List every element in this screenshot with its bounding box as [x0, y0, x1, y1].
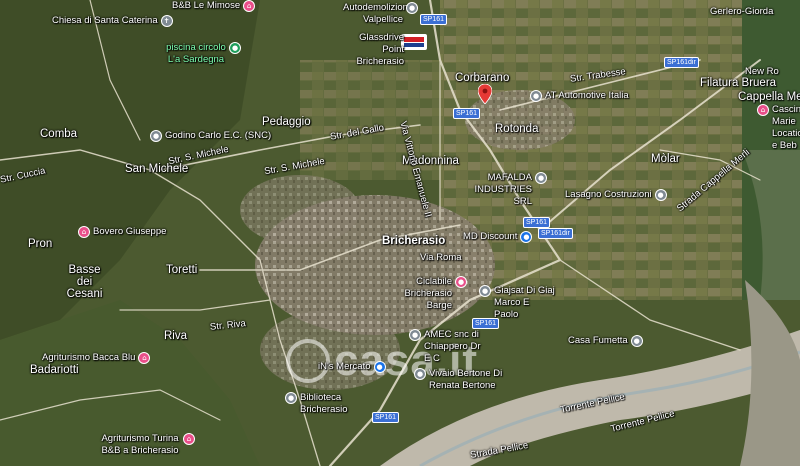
road-shield: SP161 [372, 412, 400, 423]
poi-label: AT Automotive Italia [545, 90, 629, 101]
poi-label: Ciclabile Bricherasio Barge [404, 276, 452, 311]
label-badariotti: Badariotti [30, 364, 79, 376]
poi-label: B&B Le Mimose [172, 0, 241, 11]
car-icon: ● [406, 2, 418, 14]
poi-autodemolizioni[interactable]: Autodemolizioni Valpellice ● [343, 2, 418, 26]
poi-label: Agriturismo Turina B&B a Bricherasio [101, 433, 179, 456]
label-corbarano: Corbarano [455, 72, 510, 84]
road-shield: SP161dir [538, 228, 573, 239]
business-icon: ● [530, 90, 542, 102]
shopping-cart-icon: ● [520, 231, 533, 243]
road-shield: SP161 [472, 318, 500, 329]
plant-icon: ● [414, 368, 426, 380]
road-shield: SP161 [453, 108, 481, 119]
poi-mafalda[interactable]: MAFALDA INDUSTRIES SRL ● [470, 172, 547, 208]
business-icon: ● [409, 329, 421, 341]
poi-agriturismo-turina[interactable]: Agriturismo Turina B&B a Bricherasio ⌂ [100, 433, 195, 457]
poi-automotive[interactable]: ● AT Automotive Italia [530, 90, 629, 102]
label-comba: Comba [40, 128, 78, 140]
label-cappella: Cappella Merli [738, 91, 800, 103]
poi-label: Bovero Giuseppe [93, 226, 167, 237]
poi-bb-mimose[interactable]: B&B Le Mimose ⌂ [172, 0, 256, 12]
poi-md-discount[interactable]: MD Discount ● [463, 231, 533, 243]
lodging-icon: ⌂ [138, 352, 151, 364]
label-basse: Basse dei Cesani [66, 264, 103, 300]
location-pin-icon[interactable] [478, 84, 492, 104]
poi-biblioteca[interactable]: ● Biblioteca Bricherasio [285, 392, 370, 416]
label-pedaggio: Pedaggio [262, 116, 311, 128]
poi-godino[interactable]: ● Godino Carlo E.C. (SNC) [150, 130, 271, 142]
poi-label: Autodemolizioni Valpellice [343, 2, 411, 25]
poi-amec[interactable]: ● AMEC snc di Chiappero Dr E C [409, 329, 489, 365]
label-filatura: Filatura Bruera [700, 77, 777, 89]
poi-giajsat[interactable]: ● Giajsat Di Giaj Marco E Paolo [479, 285, 556, 321]
construction-icon: ● [654, 189, 667, 201]
road-shield: SP161dir [664, 57, 699, 68]
satellite-map[interactable]: casa.it B&B Le Mimose ⌂ Chiesa di Santa … [0, 0, 800, 466]
lodging-icon: ⌂ [183, 433, 195, 445]
poi-agriturismo-bacca[interactable]: Agriturismo Bacca Blu ⌂ [42, 352, 151, 364]
poi-chiesa[interactable]: Chiesa di Santa Caterina ✝ [52, 15, 173, 27]
label-glassdrive: Glassdrive Point Bricherasio [356, 32, 404, 67]
poi-label: Lasagno Costruzioni [565, 189, 652, 200]
business-icon: ● [150, 130, 162, 142]
poi-lasagno[interactable]: Lasagno Costruzioni ● [565, 189, 667, 201]
poi-label: iN's Mercato [318, 361, 371, 372]
poi-label: Biblioteca Bricherasio [300, 392, 348, 415]
label-molar: Mòlar [651, 153, 680, 165]
house-icon: ● [630, 335, 643, 347]
label-pron: Pron [28, 238, 53, 250]
poi-label: MD Discount [463, 231, 518, 242]
poi-casa-fumetta[interactable]: Casa Fumetta ● [568, 335, 643, 347]
poi-ins-mercato[interactable]: iN's Mercato ● [318, 361, 386, 373]
poi-label: Giajsat Di Giaj Marco E Paolo [494, 285, 555, 320]
poi-ciclabile[interactable]: Ciclabile Bricherasio Barge ● [392, 276, 467, 312]
poi-label: AMEC snc di Chiappero Dr E C [424, 329, 481, 364]
business-icon: ● [479, 285, 491, 297]
poi-vivaio[interactable]: ● Vivaio Bertone Di Renata Bertone [414, 368, 509, 392]
poi-label: Vivaio Bertone Di Renata Bertone [429, 368, 503, 391]
label-rotonda: Rotonda [495, 123, 539, 135]
poi-label: Chiesa di Santa Caterina [52, 15, 158, 26]
church-icon: ✝ [160, 15, 173, 27]
shopping-cart-icon: ● [373, 361, 386, 373]
poi-label: Godino Carlo E.C. (SNC) [165, 130, 272, 141]
lodging-icon: ⌂ [243, 0, 256, 12]
label-riva: Riva [164, 330, 188, 342]
label-bricherasio: Bricherasio [382, 235, 446, 247]
poi-label: Cascina Marie Location e Beb [772, 104, 800, 151]
lodging-icon: ⌂ [78, 226, 90, 238]
lodging-icon: ⌂ [757, 104, 769, 116]
poi-label: MAFALDA INDUSTRIES SRL [474, 172, 532, 207]
poi-piscina[interactable]: piscina circolo L'a Sardegna ● [166, 42, 241, 66]
poi-cascina[interactable]: ⌂ Cascina Marie Location e Beb [757, 104, 800, 152]
road-shield: SP161 [523, 217, 551, 228]
label-toretti: Toretti [166, 264, 198, 276]
glassdrive-logo-icon [401, 34, 427, 50]
library-icon: ● [285, 392, 297, 404]
poi-label: Agriturismo Bacca Blu [42, 352, 136, 363]
road-label: Via Roma [420, 252, 462, 263]
poi-label: Casa Fumetta [568, 335, 628, 346]
factory-icon: ● [535, 172, 547, 184]
bike-icon: ● [455, 276, 467, 288]
label-gerlero: Gerlero-Giorda [710, 6, 774, 17]
road-shield: SP161 [420, 14, 448, 25]
pool-icon: ● [229, 42, 241, 54]
poi-label: piscina circolo L'a Sardegna [166, 42, 226, 65]
poi-bovero[interactable]: ⌂ Bovero Giuseppe [78, 226, 166, 238]
